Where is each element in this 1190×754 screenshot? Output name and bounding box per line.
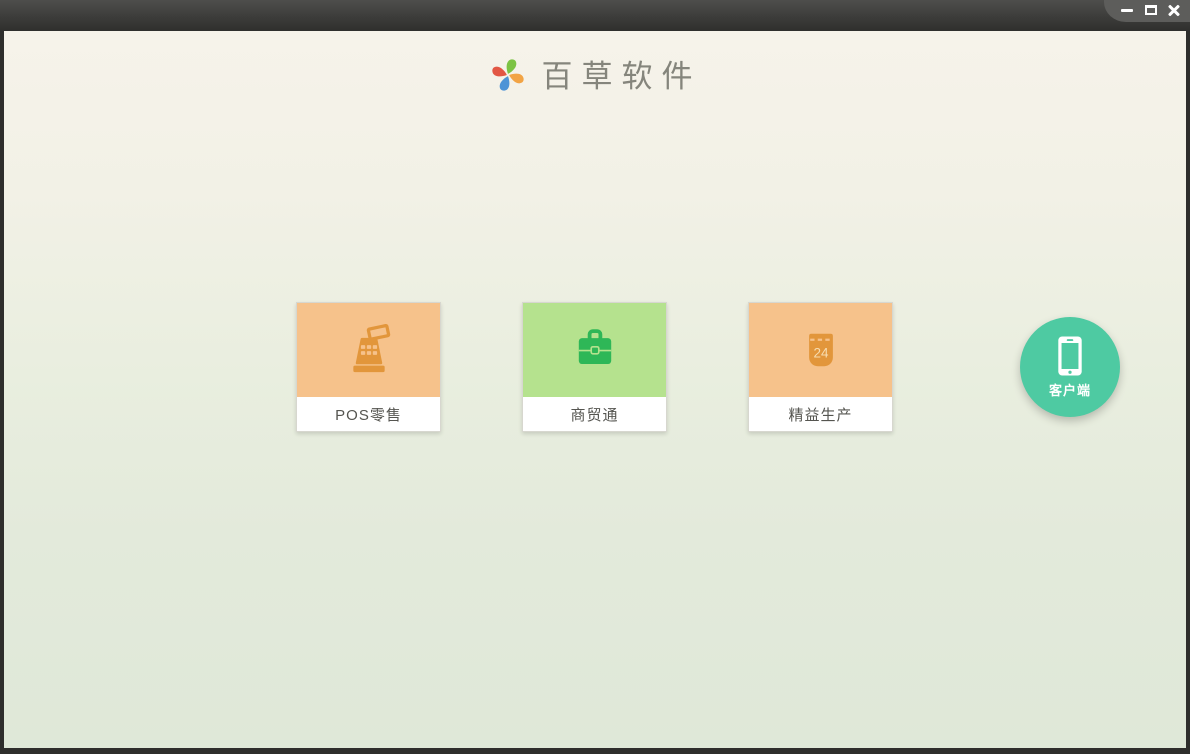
product-cards: POS零售 商贸通 24 精益生产 bbox=[296, 302, 893, 432]
card-trade[interactable]: 商贸通 bbox=[522, 302, 667, 432]
minimize-button[interactable] bbox=[1120, 3, 1134, 18]
card-lean-production-icon-area: 24 bbox=[749, 303, 892, 397]
title-bar bbox=[0, 0, 1190, 31]
mobile-client-button[interactable]: 客户端 bbox=[1020, 317, 1120, 417]
main-content: 百草软件 POS零售 商贸通 24 精益生产 客户端 bbox=[4, 31, 1186, 748]
calendar-day-number: 24 bbox=[813, 346, 829, 361]
calendar-icon: 24 bbox=[808, 333, 833, 367]
maximize-button[interactable] bbox=[1143, 3, 1157, 18]
card-trade-label: 商贸通 bbox=[570, 406, 619, 424]
pinwheel-logo-icon bbox=[491, 59, 524, 91]
close-button[interactable] bbox=[1167, 3, 1181, 18]
mobile-client-label: 客户端 bbox=[1048, 383, 1091, 398]
close-icon bbox=[1168, 4, 1180, 16]
card-pos-retail-icon-area bbox=[297, 303, 440, 397]
card-lean-production[interactable]: 24 精益生产 bbox=[748, 302, 893, 432]
maximize-icon bbox=[1144, 5, 1157, 15]
minimize-icon bbox=[1121, 8, 1134, 12]
app-title: 百草软件 bbox=[541, 58, 702, 95]
card-trade-icon-area bbox=[523, 303, 666, 397]
smartphone-icon bbox=[1058, 336, 1082, 376]
app-window: 百草软件 POS零售 商贸通 24 精益生产 客户端 bbox=[0, 0, 1190, 754]
card-pos-retail[interactable]: POS零售 bbox=[296, 302, 441, 432]
briefcase-icon bbox=[578, 329, 611, 365]
window-controls bbox=[1104, 0, 1190, 22]
card-lean-production-label: 精益生产 bbox=[788, 406, 853, 424]
cash-register-icon bbox=[352, 323, 390, 373]
app-header: 百草软件 bbox=[4, 56, 1186, 94]
card-pos-retail-label: POS零售 bbox=[335, 406, 402, 424]
